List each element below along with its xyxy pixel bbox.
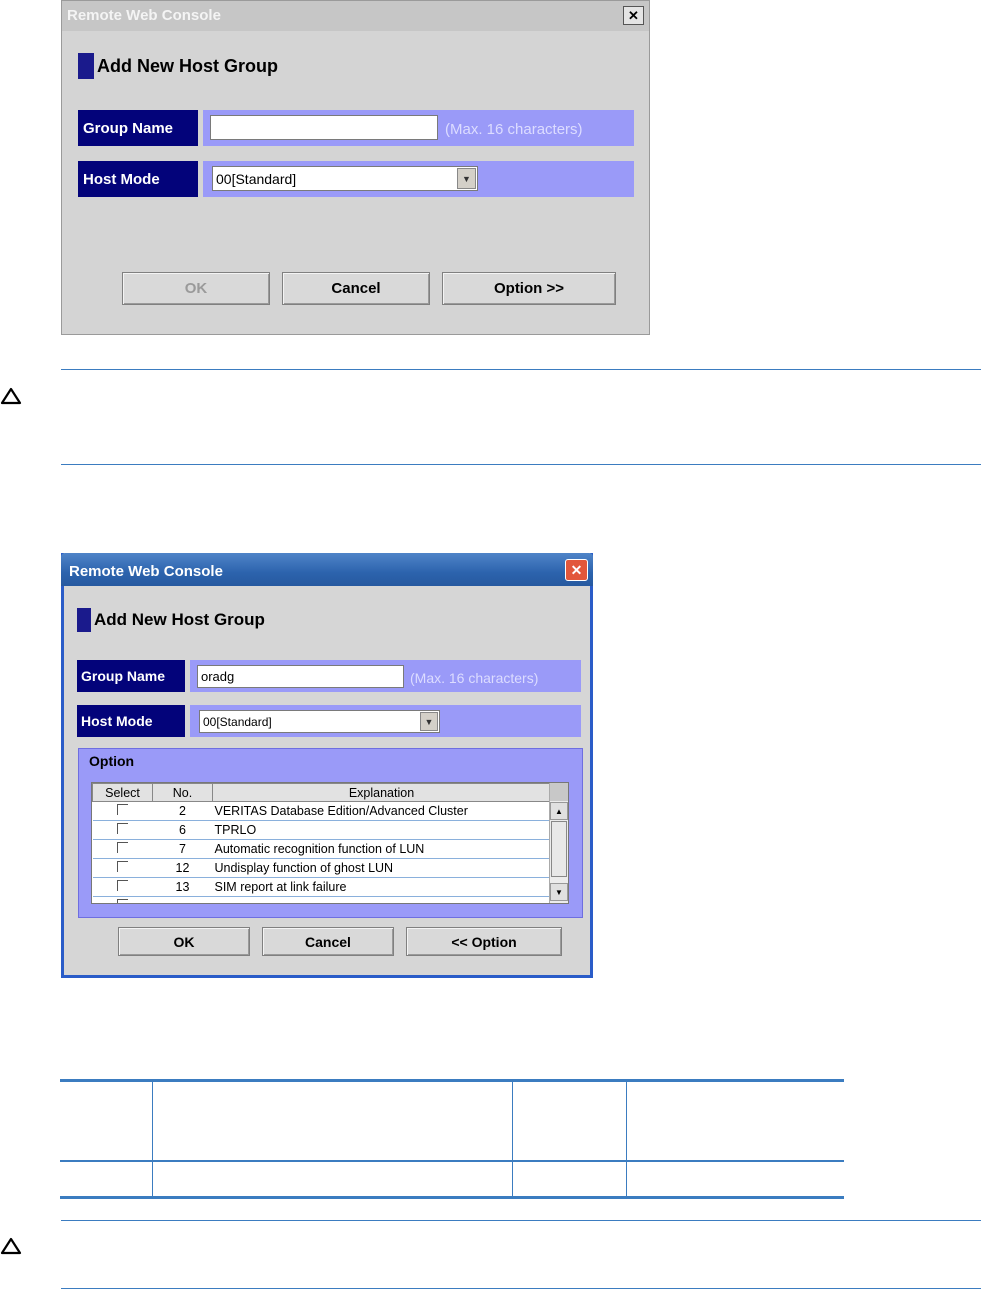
dialog-1-titlebar[interactable]: Remote Web Console ✕ [62, 1, 649, 31]
table-row: 13 SIM report at link failure [92, 877, 551, 897]
ok-button[interactable]: OK [118, 927, 250, 956]
doc-table [60, 1079, 844, 1199]
close-icon: ✕ [628, 7, 639, 23]
row-select-cell [92, 801, 153, 821]
warning-triangle-icon [0, 1237, 22, 1255]
table-row: 12 Undisplay function of ghost LUN [92, 858, 551, 878]
row-explanation: SIM report at link failure [212, 877, 551, 897]
column-header-explanation[interactable]: Explanation [212, 783, 551, 802]
heading-marker-icon [78, 53, 94, 79]
group-name-input[interactable] [197, 665, 404, 688]
row-no: 12 [152, 858, 213, 878]
dialog-1: Remote Web Console ✕ Add New Host Group … [61, 0, 650, 335]
doc-table-col-sep [626, 1082, 627, 1196]
cancel-button[interactable]: Cancel [262, 927, 394, 956]
option-group: Option Select No. Explanation 2 VERITAS … [78, 748, 583, 918]
option-table: Select No. Explanation 2 VERITAS Databas… [92, 783, 551, 903]
row-checkbox[interactable] [117, 804, 128, 815]
doc-table-col-sep [152, 1082, 153, 1196]
chevron-up-icon: ▲ [555, 806, 563, 816]
row-select-cell [92, 820, 153, 840]
dialog-1-close-button[interactable]: ✕ [623, 6, 644, 25]
option-expand-button[interactable]: Option >> [442, 272, 616, 305]
row-explanation: TPRLO [212, 820, 551, 840]
scroll-down-button[interactable]: ▼ [550, 883, 568, 901]
host-mode-select[interactable]: 00[Standard] ▼ [199, 710, 440, 733]
group-name-input[interactable] [210, 115, 438, 140]
option-collapse-button[interactable]: << Option [406, 927, 562, 956]
heading-marker-icon [77, 608, 91, 632]
dialog-1-title: Remote Web Console [67, 7, 221, 24]
scroll-thumb[interactable] [551, 821, 567, 877]
doc-table-header-rule [60, 1160, 844, 1162]
divider-bottom-1 [61, 464, 981, 465]
option-table-frame: Select No. Explanation 2 VERITAS Databas… [91, 782, 569, 904]
group-name-label: Group Name [78, 110, 198, 146]
host-mode-label: Host Mode [77, 705, 185, 737]
column-header-no[interactable]: No. [152, 783, 213, 802]
table-header-row: Select No. Explanation [92, 783, 551, 802]
ok-button[interactable]: OK [122, 272, 270, 305]
cancel-button[interactable]: Cancel [282, 272, 430, 305]
row-checkbox[interactable] [117, 899, 128, 903]
row-checkbox[interactable] [117, 861, 128, 872]
row-no: 6 [152, 820, 213, 840]
table-row-partial [92, 896, 551, 903]
table-row: 2 VERITAS Database Edition/Advanced Clus… [92, 801, 551, 821]
table-row: 6 TPRLO [92, 820, 551, 840]
dialog-2: Remote Web Console ✕ Add New Host Group … [61, 553, 593, 978]
divider-top-2 [61, 1220, 981, 1221]
row-checkbox[interactable] [117, 823, 128, 834]
doc-table-bottom-rule [60, 1196, 844, 1199]
host-mode-label: Host Mode [78, 161, 198, 197]
host-mode-value: 00[Standard] [203, 714, 272, 729]
doc-table-col-sep [512, 1082, 513, 1196]
row-no: 13 [152, 877, 213, 897]
chevron-down-icon[interactable]: ▼ [420, 712, 438, 731]
option-group-label: Option [89, 753, 135, 769]
row-no: 7 [152, 839, 213, 859]
row-no: 2 [152, 801, 213, 821]
dialog-2-heading: Add New Host Group [77, 608, 265, 632]
doc-table-top-rule [60, 1079, 844, 1082]
group-name-label: Group Name [77, 660, 185, 692]
column-header-select[interactable]: Select [92, 783, 153, 802]
row-explanation: VERITAS Database Edition/Advanced Cluste… [212, 801, 551, 821]
dialog-2-close-button[interactable]: ✕ [565, 559, 588, 581]
close-icon: ✕ [570, 561, 583, 578]
group-name-hint: (Max. 16 characters) [410, 670, 539, 686]
dialog-2-title: Remote Web Console [69, 563, 223, 580]
row-select-cell [92, 858, 153, 878]
warning-triangle-icon [0, 387, 22, 405]
chevron-down-icon[interactable]: ▼ [457, 168, 476, 189]
table-scrollbar[interactable]: ▲ ▼ [549, 783, 568, 903]
divider-bottom-2 [61, 1288, 981, 1289]
table-row: 7 Automatic recognition function of LUN [92, 839, 551, 859]
dialog-1-heading: Add New Host Group [78, 53, 278, 79]
host-mode-select[interactable]: 00[Standard] ▼ [212, 166, 478, 191]
row-checkbox[interactable] [117, 842, 128, 853]
dialog-2-titlebar[interactable]: Remote Web Console ✕ [61, 553, 593, 586]
row-select-cell [92, 877, 153, 897]
group-name-hint: (Max. 16 characters) [445, 121, 583, 138]
host-mode-value: 00[Standard] [216, 170, 297, 187]
row-select-cell [92, 896, 153, 903]
row-checkbox[interactable] [117, 880, 128, 891]
divider-top-1 [61, 369, 981, 370]
scrollbar-header-cap [550, 783, 568, 801]
chevron-down-icon: ▼ [555, 887, 563, 897]
row-explanation: Automatic recognition function of LUN [212, 839, 551, 859]
row-explanation: Undisplay function of ghost LUN [212, 858, 551, 878]
scroll-up-button[interactable]: ▲ [550, 802, 568, 820]
row-select-cell [92, 839, 153, 859]
